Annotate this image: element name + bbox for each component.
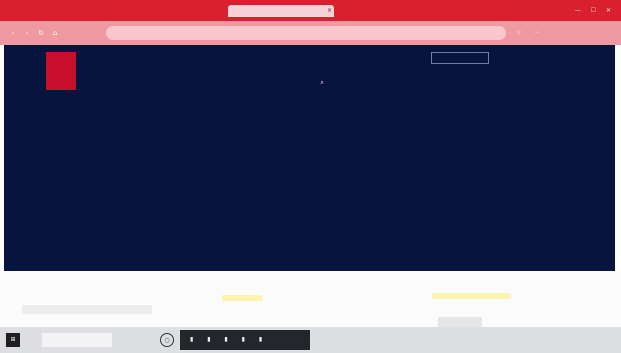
utility-links[interactable] bbox=[495, 52, 581, 64]
close-tab-icon[interactable]: × bbox=[327, 5, 332, 17]
highlight-strip bbox=[432, 293, 510, 299]
forward-icon[interactable]: › bbox=[22, 28, 32, 38]
home-icon[interactable]: ⌂ bbox=[50, 28, 60, 38]
institution-logo[interactable] bbox=[46, 52, 76, 90]
browser-toolbar: ‹ › ↻ ⌂ ☆ ⋯ bbox=[0, 21, 621, 45]
site-search-input[interactable] bbox=[431, 52, 489, 64]
address-bar[interactable] bbox=[106, 26, 506, 40]
taskbar-search-input[interactable] bbox=[42, 333, 112, 347]
browser-tab[interactable] bbox=[12, 5, 122, 17]
toolbar-icons[interactable]: ☆ ⋯ bbox=[516, 27, 616, 39]
browser-tab-bar: × — ☐ ✕ bbox=[0, 0, 621, 21]
search-icon[interactable]: ⌕ bbox=[320, 79, 323, 87]
highlight-strip bbox=[222, 295, 262, 301]
back-icon[interactable]: ‹ bbox=[8, 28, 18, 38]
taskbar: ⊞ ○ ▮ ▮ ▮ ▮ ▮ bbox=[0, 327, 621, 353]
caption-bar bbox=[22, 305, 152, 314]
start-icon[interactable]: ⊞ bbox=[6, 333, 20, 347]
reload-icon[interactable]: ↻ bbox=[36, 28, 46, 38]
cortana-icon[interactable]: ○ bbox=[160, 333, 174, 347]
window-controls[interactable]: — ☐ ✕ bbox=[575, 5, 615, 17]
browser-tab[interactable] bbox=[344, 5, 404, 17]
browser-tab-active[interactable]: × bbox=[228, 5, 334, 17]
browser-tab[interactable] bbox=[130, 5, 200, 17]
main-navigation: ⌕ bbox=[274, 79, 584, 89]
pinned-apps[interactable]: ▮ ▮ ▮ ▮ ▮ bbox=[190, 333, 306, 347]
mini-dialog[interactable] bbox=[438, 317, 482, 327]
below-page-area bbox=[0, 271, 621, 327]
system-tray[interactable] bbox=[404, 333, 614, 347]
web-page: ⌕ bbox=[4, 45, 615, 271]
site-utility-bar bbox=[431, 52, 581, 64]
